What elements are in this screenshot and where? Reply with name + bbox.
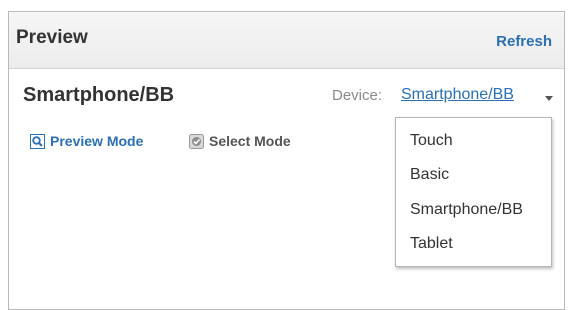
dropdown-option-touch[interactable]: Touch xyxy=(410,132,453,150)
chevron-down-icon[interactable] xyxy=(545,96,553,101)
refresh-link[interactable]: Refresh xyxy=(496,33,552,50)
select-mode-label: Select Mode xyxy=(209,133,291,149)
preview-mode-label: Preview Mode xyxy=(50,133,144,149)
device-selector[interactable]: Smartphone/BB xyxy=(401,86,514,104)
dropdown-option-tablet[interactable]: Tablet xyxy=(410,235,453,253)
dropdown-option-smartphone-bb[interactable]: Smartphone/BB xyxy=(410,201,523,219)
device-profile-title: Smartphone/BB xyxy=(23,84,175,106)
panel-title: Preview xyxy=(16,27,88,48)
device-label: Device: xyxy=(332,87,383,104)
panel-header: Preview Refresh xyxy=(9,12,564,69)
preview-mode-button[interactable]: Preview Mode xyxy=(30,133,143,149)
select-mode-button[interactable]: Select Mode xyxy=(189,133,291,149)
magnifier-icon xyxy=(30,133,45,149)
dropdown-option-basic[interactable]: Basic xyxy=(410,166,449,184)
device-dropdown-menu: Touch Basic Smartphone/BB Tablet xyxy=(395,117,552,267)
select-cursor-icon xyxy=(189,133,204,149)
